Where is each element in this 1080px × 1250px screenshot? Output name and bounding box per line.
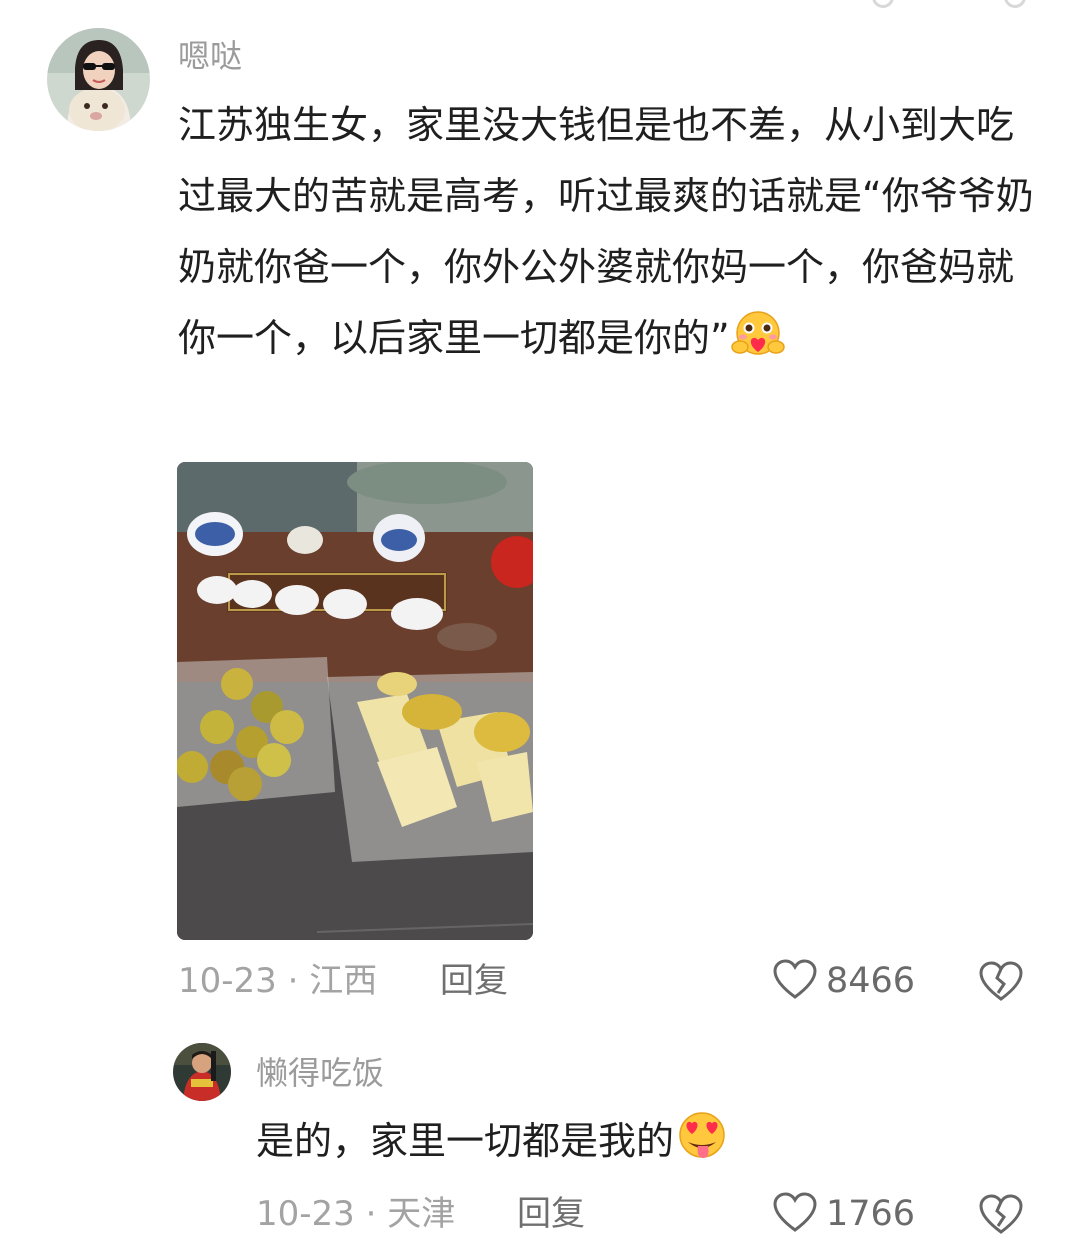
avatar[interactable] <box>47 28 150 131</box>
comment-like-button[interactable]: 8466 <box>772 956 915 1006</box>
comment-like-count: 8466 <box>826 961 916 1001</box>
broken-heart-icon <box>978 961 1024 1006</box>
comment-text: 江苏独生女，家里没大钱但是也不差，从小到大吃过最大的苦就是高考，听过最爽的话就是… <box>178 90 1046 382</box>
comment-username[interactable]: 嗯哒 <box>178 36 242 76</box>
reply-avatar[interactable] <box>173 1043 231 1101</box>
broken-heart-icon <box>978 1194 1024 1239</box>
comment-meta: 10-23 · 江西 <box>178 961 378 1001</box>
top-fragment-icon <box>1004 0 1026 8</box>
reply-username[interactable]: 懒得吃饭 <box>256 1053 384 1093</box>
hugging-heart-emoji-icon <box>730 309 786 382</box>
reply-like-count: 1766 <box>826 1194 916 1234</box>
reply-reply-button[interactable]: 回复 <box>517 1192 585 1236</box>
reply-dislike-button[interactable] <box>978 1193 1024 1239</box>
heart-outline-icon <box>772 958 818 1004</box>
reply-like-button[interactable]: 1766 <box>772 1189 915 1239</box>
comment-reply-button[interactable]: 回复 <box>440 959 508 1003</box>
comment-text-content: 江苏独生女，家里没大钱但是也不差，从小到大吃过最大的苦就是高考，听过最爽的话就是… <box>178 103 1034 360</box>
heart-eyes-tongue-emoji-icon <box>674 1110 730 1185</box>
comment-photo[interactable] <box>177 462 533 940</box>
reply-text: 是的，家里一切都是我的 <box>256 1106 1046 1185</box>
reply-meta: 10-23 · 天津 <box>256 1194 456 1234</box>
top-fragment-icon <box>872 0 894 8</box>
comment-dislike-button[interactable] <box>978 960 1024 1006</box>
heart-outline-icon <box>772 1191 818 1237</box>
reply-text-content: 是的，家里一切都是我的 <box>256 1119 675 1163</box>
